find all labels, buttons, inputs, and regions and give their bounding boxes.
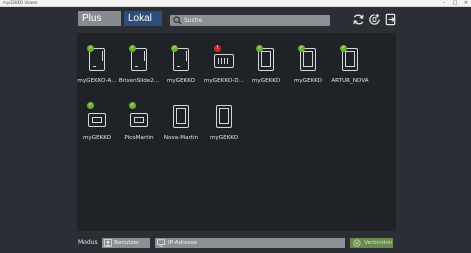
device-tile[interactable]: ✓ PicoMartin xyxy=(119,101,159,151)
mode-value: Benutzer xyxy=(114,240,140,246)
export-icon[interactable] xyxy=(384,13,397,26)
add-circle-icon xyxy=(353,239,361,247)
device-tile[interactable]: ✓ myGEKKO-A... xyxy=(77,44,117,94)
device-label: Nova-Martin xyxy=(163,135,199,141)
device-label: ARTUR_NOVA xyxy=(331,78,369,84)
online-check-icon: ✓ xyxy=(256,45,263,52)
device-tile[interactable]: ! myGEKKO-D... xyxy=(204,44,244,94)
connect-button[interactable]: Verbinden xyxy=(350,238,393,248)
refresh-icon[interactable] xyxy=(352,13,365,26)
title-bar: myGEKKO Viewer – □ × xyxy=(0,0,471,7)
maximize-button[interactable]: □ xyxy=(451,0,459,6)
device-label: myGEKKO xyxy=(166,78,196,84)
box-device-icon xyxy=(88,113,106,127)
device-tile[interactable]: ✓ ARTUR_NOVA xyxy=(330,44,370,94)
search-input[interactable]: Suche xyxy=(170,15,330,26)
tab-bar: Plus Lokal xyxy=(78,11,162,26)
search-placeholder: Suche xyxy=(184,17,203,24)
device-tile[interactable]: Nova-Martin xyxy=(161,101,201,151)
ip-placeholder: IP-Adresse xyxy=(168,240,197,246)
device-label: myGEKKO xyxy=(251,78,281,84)
error-icon: ! xyxy=(214,45,221,52)
online-check-icon: ✓ xyxy=(87,45,94,52)
device-label: myGEKKO xyxy=(293,78,323,84)
controller-device-icon xyxy=(214,54,234,68)
device-tile[interactable]: ✓ myGEKKO xyxy=(161,44,201,94)
device-tile[interactable]: ✓ BrixenSlide2... xyxy=(119,44,159,94)
device-label: PicoMartin xyxy=(124,135,154,141)
device-tile[interactable]: ✓ myGEKKO xyxy=(246,44,286,94)
ip-address-input[interactable]: IP-Adresse xyxy=(155,238,345,248)
network-icon xyxy=(157,239,165,247)
tab-lokal[interactable]: Lokal xyxy=(124,11,162,26)
online-check-icon: ✓ xyxy=(87,102,94,109)
device-label: BrixenSlide2... xyxy=(118,78,160,84)
online-check-icon: ✓ xyxy=(171,45,178,52)
online-check-icon: ✓ xyxy=(129,102,136,109)
device-tile[interactable]: ✓ myGEKKO xyxy=(288,44,328,94)
online-check-icon: ✓ xyxy=(129,45,136,52)
tablet-device-icon xyxy=(173,105,189,128)
search-icon xyxy=(173,16,182,25)
device-label: myGEKKO-D... xyxy=(204,78,244,84)
add-device-icon[interactable] xyxy=(368,13,381,26)
online-check-icon: ✓ xyxy=(340,45,347,52)
mode-dropdown[interactable]: Benutzer xyxy=(102,238,150,248)
box-device-icon xyxy=(130,113,148,127)
device-panel: ✓ myGEKKO-A... ✓ BrixenSlide2... ✓ myGEK… xyxy=(77,33,396,231)
modus-label: Modus xyxy=(78,239,98,246)
window-title: myGEKKO Viewer xyxy=(3,0,38,5)
device-label: myGEKKO xyxy=(82,135,112,141)
device-tile[interactable]: myGEKKO xyxy=(204,101,244,151)
device-tile[interactable]: ✓ myGEKKO xyxy=(77,101,117,151)
tab-plus[interactable]: Plus xyxy=(78,11,121,26)
tablet-device-icon xyxy=(216,105,232,128)
user-mode-icon xyxy=(104,239,112,247)
online-check-icon: ✓ xyxy=(298,45,305,52)
close-button[interactable]: × xyxy=(462,0,470,6)
device-label: myGEKKO-A... xyxy=(77,78,117,84)
app-window: myGEKKO Viewer – □ × Plus Lokal Suche ✓ … xyxy=(0,0,471,253)
device-label: myGEKKO xyxy=(209,135,239,141)
minimize-button[interactable]: – xyxy=(440,0,448,6)
connect-label: Verbinden xyxy=(364,240,393,246)
